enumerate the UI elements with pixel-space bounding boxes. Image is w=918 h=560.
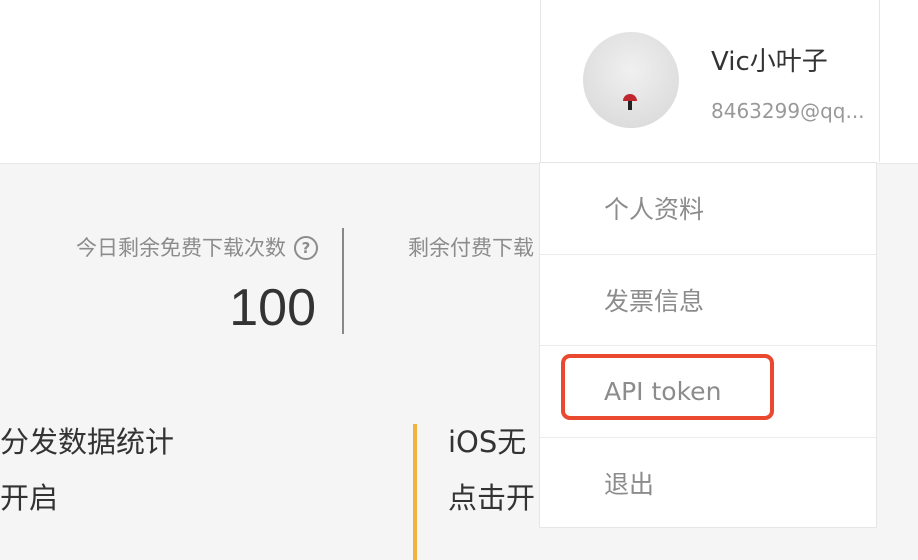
user-menu: 个人资料 发票信息 API token 退出 [539, 162, 877, 528]
card-accent-bar [413, 424, 417, 560]
menu-item-logout[interactable]: 退出 [540, 438, 876, 530]
free-downloads-stat: 今日剩余免费下载次数 ? 100 [0, 228, 318, 338]
person-graphic [628, 101, 632, 110]
stats-card-enable-link[interactable]: 开启 [0, 478, 400, 518]
avatar [583, 32, 679, 128]
page: 今日剩余免费下载次数 ? 100 剩余付费下载 分发数据统计 开启 iOS无 点… [0, 0, 918, 560]
stats-card-title: 分发数据统计 [0, 425, 175, 459]
menu-item-profile[interactable]: 个人资料 [540, 163, 876, 255]
umbrella-graphic [623, 94, 637, 101]
free-downloads-label: 今日剩余免费下载次数 [76, 236, 286, 260]
free-downloads-label-row: 今日剩余免费下载次数 ? [0, 228, 318, 268]
menu-item-api-token[interactable]: API token [540, 346, 876, 438]
user-dropdown-header: Vic小叶子 8463299@qq... [540, 0, 880, 162]
ios-card-open-link[interactable]: 点击开 [448, 478, 540, 518]
help-icon[interactable]: ? [294, 236, 318, 260]
user-email: 8463299@qq... [711, 99, 865, 123]
user-name: Vic小叶子 [711, 47, 828, 77]
ios-card-title: iOS无 [448, 425, 527, 459]
free-downloads-value: 100 [229, 279, 316, 337]
stat-divider [342, 228, 344, 334]
menu-item-invoice[interactable]: 发票信息 [540, 255, 876, 346]
paid-downloads-label: 剩余付费下载 [408, 236, 534, 260]
